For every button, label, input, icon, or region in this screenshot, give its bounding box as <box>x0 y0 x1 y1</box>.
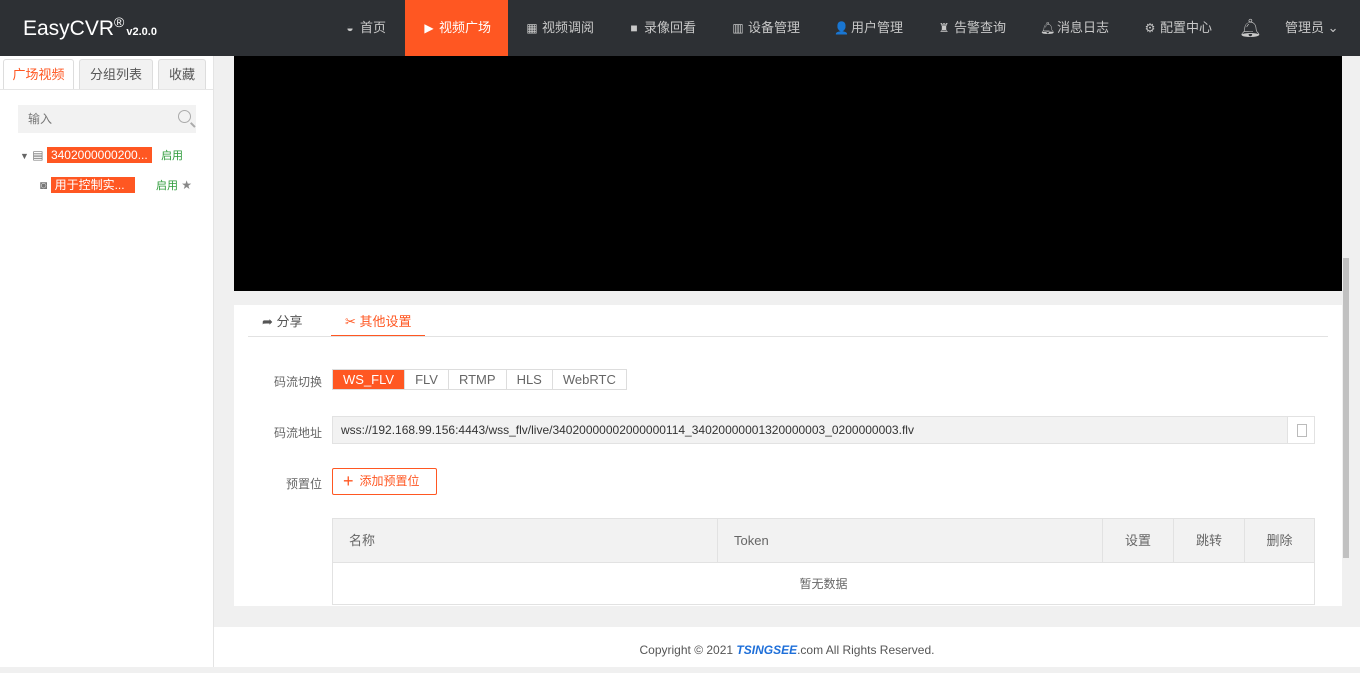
gear-icon: ⚙ <box>1144 21 1156 35</box>
bell-icon: 🔔︎ <box>1040 21 1056 35</box>
tree-node-device[interactable]: ▼ ▤ 3402000000200... 启用 <box>20 147 183 163</box>
tab-favorites[interactable]: 收藏 <box>158 59 206 89</box>
search-input[interactable]: 输入 <box>18 105 196 133</box>
user-name: 管理员 <box>1285 20 1325 35</box>
stream-switch-label: 码流切换 <box>273 375 322 389</box>
brand-logo[interactable]: TSINGSEE <box>736 643 797 657</box>
footer: Copyright © 2021 TSINGSEE.com All Rights… <box>214 627 1360 667</box>
button-label: 添加预置位 <box>359 474 420 488</box>
nav-users[interactable]: 👤 用户管理 <box>834 0 903 56</box>
nav-label: 消息日志 <box>1057 20 1110 35</box>
column-delete: 删除 <box>1266 533 1293 548</box>
search-icon[interactable] <box>178 110 191 123</box>
chevron-down-icon: ⌄ <box>1327 20 1339 35</box>
copyright-suffix: .com All Rights Reserved. <box>797 643 935 657</box>
logo-text: EasyCVR <box>23 17 115 40</box>
status-badge: 启用 <box>155 180 178 192</box>
nav-label: 视频调阅 <box>542 20 595 35</box>
nav-label: 视频广场 <box>439 20 492 35</box>
search-placeholder: 输入 <box>28 112 53 126</box>
camera-icon: ◙ <box>40 178 48 192</box>
user-menu[interactable]: 管理员 ⌄ <box>1285 0 1339 56</box>
nav-playback[interactable]: ■ 录像回看 <box>627 0 696 56</box>
video-player[interactable] <box>234 56 1342 291</box>
column-name: 名称 <box>333 519 718 562</box>
nav-settings[interactable]: ⚙ 配置中心 <box>1143 0 1212 56</box>
preset-table: 名称 Token 设置 跳转 删除 暂无数据 <box>332 518 1315 605</box>
tab-groups[interactable]: 分组列表 <box>79 59 153 89</box>
stream-url-field[interactable]: wss://192.168.99.156:4443/wss_flv/live/3… <box>332 416 1315 444</box>
nav-devices[interactable]: ▥ 设备管理 <box>731 0 800 56</box>
logo[interactable]: EasyCVR®v2.0.0 <box>23 14 157 41</box>
nav-label: 配置中心 <box>1160 20 1213 35</box>
notification-bell-icon[interactable]: 🔔︎ <box>1239 0 1262 56</box>
server-icon: ▤ <box>32 148 44 162</box>
tab-label: 分享 <box>276 314 303 329</box>
channel-label: 用于控制实... <box>50 177 135 193</box>
user-icon: 👤 <box>834 21 849 35</box>
nav-label: 设备管理 <box>748 20 801 35</box>
stream-switch: WS_FLV FLV RTMP HLS WebRTC <box>332 369 627 390</box>
top-navbar: EasyCVR®v2.0.0 ◒ 首页 ▶ 视频广场 ▦ 视频调阅 ■ 录像回看 ▥ 设备… <box>0 0 1360 56</box>
table-header: 名称 Token 设置 跳转 删除 <box>333 519 1314 563</box>
nav-label: 录像回看 <box>644 20 697 35</box>
star-icon[interactable]: ★ <box>181 178 192 192</box>
nav-home[interactable]: ◒ 首页 <box>343 0 386 56</box>
tab-share[interactable]: ➦ 分享 <box>262 305 303 337</box>
nav-label: 首页 <box>360 20 387 35</box>
divider <box>248 336 1328 337</box>
divider <box>0 89 213 90</box>
nav-video-view[interactable]: ▦ 视频调阅 <box>525 0 594 56</box>
empty-text: 暂无数据 <box>799 577 848 591</box>
tab-label: 其他设置 <box>359 314 412 329</box>
settings-panel: ➦ 分享 ✂ 其他设置 码流切换 WS_FLV FLV RTMP HLS Web… <box>234 305 1342 606</box>
device-icon: ▥ <box>732 21 744 35</box>
logo-reg: ® <box>114 14 125 30</box>
tools-icon: ✂ <box>345 314 356 329</box>
caret-down-icon[interactable]: ▼ <box>20 151 29 161</box>
layout-icon: ▦ <box>526 21 538 35</box>
device-label: 3402000000200... <box>46 147 152 163</box>
scrollbar-thumb[interactable] <box>1343 258 1349 558</box>
nav-label: 告警查询 <box>954 20 1007 35</box>
column-settings: 设置 <box>1103 519 1174 562</box>
nav-alarms[interactable]: ♜ 告警查询 <box>937 0 1006 56</box>
nav-logs[interactable]: 🔔︎ 消息日志 <box>1040 0 1109 56</box>
copyright-text: Copyright © 2021 <box>639 643 737 657</box>
tree-node-channel[interactable]: ◙ 用于控制实... 启用 ★ <box>40 176 192 193</box>
scrollbar[interactable] <box>1342 56 1360 627</box>
plus-icon: + <box>343 471 354 491</box>
video-camera-icon: ■ <box>630 21 638 35</box>
nav-label: 用户管理 <box>851 20 904 35</box>
stream-flv[interactable]: FLV <box>405 370 449 389</box>
tab-square-video[interactable]: 广场视频 <box>3 59 74 89</box>
stream-rtmp[interactable]: RTMP <box>449 370 507 389</box>
add-preset-button[interactable]: + 添加预置位 <box>332 468 437 495</box>
nav-video-square[interactable]: ▶ 视频广场 <box>405 0 509 56</box>
stream-url-label: 码流地址 <box>273 426 322 440</box>
copy-icon[interactable] <box>1287 417 1314 443</box>
stream-webrtc[interactable]: WebRTC <box>553 370 626 389</box>
dashboard-icon: ◒ <box>346 21 354 35</box>
preset-label: 预置位 <box>285 477 322 491</box>
stream-hls[interactable]: HLS <box>507 370 553 389</box>
stream-ws-flv[interactable]: WS_FLV <box>333 370 406 389</box>
alarm-icon: ♜ <box>938 21 950 35</box>
tab-other-settings[interactable]: ✂ 其他设置 <box>331 305 425 337</box>
version: v2.0.0 <box>126 26 157 38</box>
status-badge: 启用 <box>161 150 184 162</box>
share-icon: ➦ <box>262 314 273 329</box>
column-token: Token <box>718 519 1103 562</box>
column-jump: 跳转 <box>1174 519 1245 562</box>
sidebar: 广场视频 分组列表 收藏 输入 ▼ ▤ 3402000000200... 启用 … <box>0 56 214 667</box>
stream-url: wss://192.168.99.156:4443/wss_flv/live/3… <box>341 423 914 437</box>
play-circle-icon: ▶ <box>424 21 434 35</box>
